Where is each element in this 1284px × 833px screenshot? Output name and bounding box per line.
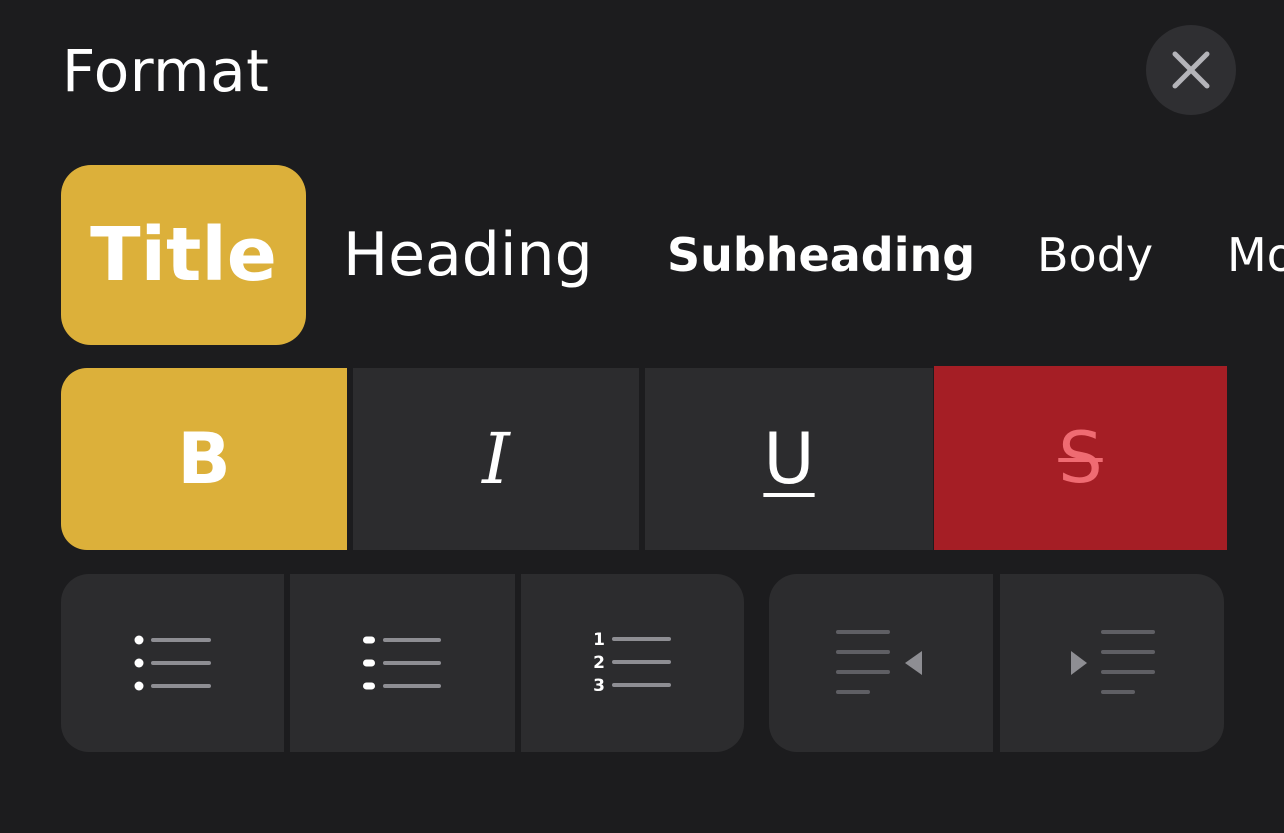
style-title-button[interactable]: Title [61, 165, 306, 345]
underline-button[interactable]: U [645, 368, 933, 550]
strikethrough-icon: S [1058, 417, 1103, 499]
underline-icon: U [763, 418, 815, 500]
paragraph-style-row: Title Heading Subheading Body Mo [0, 165, 1284, 345]
dashed-list-icon [362, 636, 441, 690]
close-button[interactable] [1146, 25, 1236, 115]
bold-button[interactable]: B [61, 368, 347, 550]
close-icon [1172, 51, 1210, 89]
increase-indent-button[interactable] [1000, 574, 1224, 752]
increase-indent-icon [1071, 630, 1155, 694]
numbered-list-digit: 1 [593, 631, 605, 650]
style-heading-button[interactable]: Heading [343, 165, 593, 345]
format-panel: Format Title Heading Subheading Body Mo … [0, 0, 1284, 833]
style-monostyled-button[interactable]: Mo [1227, 165, 1284, 345]
bold-icon: B [177, 418, 231, 500]
panel-title: Format [62, 37, 270, 105]
numbered-list-icon: 1 2 3 [593, 631, 671, 695]
numbered-list-digit: 3 [593, 676, 605, 695]
list-style-group: 1 2 3 [61, 574, 744, 752]
style-subheading-button[interactable]: Subheading [667, 165, 975, 345]
bulleted-list-icon [134, 635, 211, 691]
indent-group [769, 574, 1224, 752]
numbered-list-digit: 2 [593, 653, 605, 673]
decrease-indent-icon [836, 630, 922, 694]
dashed-list-button[interactable] [290, 574, 515, 752]
italic-icon: I [482, 418, 510, 500]
text-emphasis-row: B I U S [61, 366, 1227, 550]
bulleted-list-button[interactable] [61, 574, 284, 752]
strikethrough-button[interactable]: S [934, 366, 1227, 550]
numbered-list-button[interactable]: 1 2 3 [521, 574, 744, 752]
style-body-button[interactable]: Body [1037, 165, 1153, 345]
italic-button[interactable]: I [353, 368, 639, 550]
decrease-indent-button[interactable] [769, 574, 993, 752]
